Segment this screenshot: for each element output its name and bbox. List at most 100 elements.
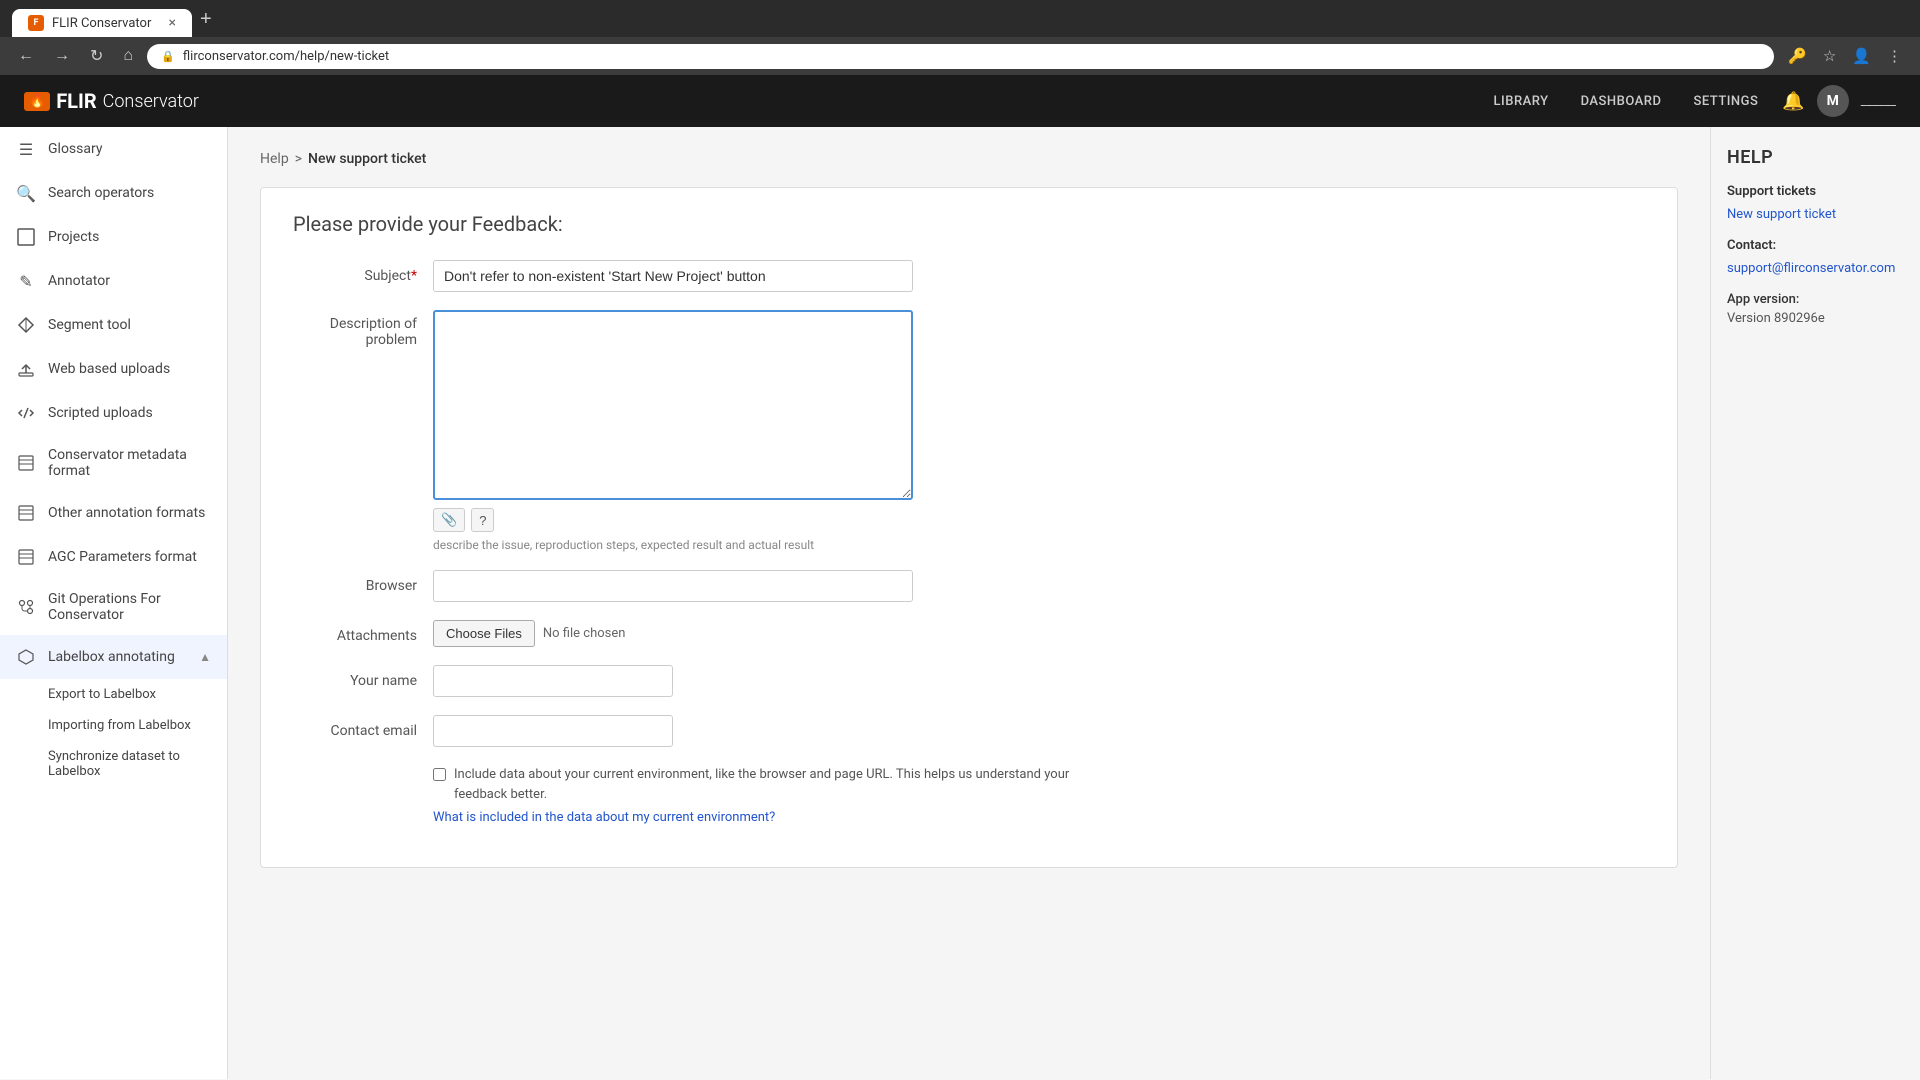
sidebar-item-agc-parameters[interactable]: AGC Parameters format [0,535,227,579]
sidebar-item-annotator[interactable]: ✎ Annotator [0,259,227,303]
scripted-uploads-icon [16,403,36,423]
subject-row: Subject* [293,260,1645,292]
star-button[interactable]: ☆ [1817,43,1842,69]
sidebar-sub-item-export-labelbox[interactable]: Export to Labelbox [0,679,227,710]
choose-files-button[interactable]: Choose Files [433,620,535,647]
breadcrumb: Help > New support ticket [260,151,1678,167]
back-button[interactable]: ← [12,45,40,67]
bell-icon[interactable]: 🔔 [1782,91,1804,112]
subject-input[interactable] [433,260,913,292]
sidebar-label-scripted-uploads: Scripted uploads [48,405,153,421]
flir-flame-icon: 🔥 [24,92,50,111]
sidebar-item-projects[interactable]: Projects [0,215,227,259]
new-tab-button[interactable]: + [192,8,220,37]
address-bar[interactable]: 🔒 flirconservator.com/help/new-ticket [147,44,1774,69]
description-row: Description of problem 📎 ? describe the … [293,310,1645,552]
sidebar-item-search-operators[interactable]: 🔍 Search operators [0,171,227,215]
refresh-button[interactable]: ↻ [84,44,109,68]
forward-button[interactable]: → [48,45,76,67]
attachment-toolbar-btn[interactable]: 📎 [433,508,465,532]
browser-tab[interactable]: F FLIR Conservator × [12,9,192,37]
sidebar-item-segment-tool[interactable]: Segment tool [0,303,227,347]
sidebar-label-web-uploads: Web based uploads [48,361,170,377]
nav-library[interactable]: LIBRARY [1494,94,1549,109]
browser-label: Browser [293,570,433,594]
sidebar-sub-item-importing-labelbox[interactable]: Importing from Labelbox [0,710,227,741]
checkbox-row: Include data about your current environm… [433,765,1093,804]
feedback-card: Please provide your Feedback: Subject* D… [260,187,1678,868]
support-tickets-section-title: Support tickets [1727,184,1904,199]
sidebar-item-git-operations[interactable]: Git Operations For Conservator [0,579,227,635]
tab-close-icon[interactable]: × [169,15,176,31]
contact-email-display: support@flirconservator.com [1727,261,1904,276]
contact-email-row: Contact email [293,715,1645,747]
sidebar-label-labelbox: Labelbox annotating [48,649,175,665]
glossary-icon: ☰ [16,139,36,159]
toolbar-icons: 🔑 ☆ 👤 ⋮ [1782,43,1908,69]
sidebar-item-labelbox-annotating[interactable]: Labelbox annotating ▲ [0,635,227,679]
sidebar-label-search-operators: Search operators [48,185,154,201]
sidebar-item-glossary[interactable]: ☰ Glossary [0,127,227,171]
sidebar-item-other-annotation[interactable]: Other annotation formats [0,491,227,535]
lock-icon: 🔒 [161,50,175,63]
no-file-text: No file chosen [543,626,626,641]
right-panel: HELP Support tickets New support ticket … [1710,127,1920,1079]
env-data-checkbox[interactable] [433,768,446,781]
browser-tabs: F FLIR Conservator × + [12,8,1908,37]
description-control: 📎 ? describe the issue, reproduction ste… [433,310,913,552]
app-version-value: Version 890296e [1727,311,1904,326]
favicon-icon: F [28,15,44,31]
description-textarea[interactable] [433,310,913,500]
projects-icon [16,227,36,247]
your-name-control [433,665,673,697]
conservator-metadata-icon [16,453,36,473]
content-area: Help > New support ticket Please provide… [228,127,1710,1079]
checkbox-spacer [293,765,433,773]
sidebar-sub-item-synchronize-dataset[interactable]: Synchronize dataset to Labelbox [0,741,227,787]
contact-email-input[interactable] [433,715,673,747]
help-toolbar-btn[interactable]: ? [471,508,494,532]
sidebar: ☰ Glossary 🔍 Search operators Projects ✎… [0,127,228,1079]
bookmark-button[interactable]: 🔑 [1782,43,1813,69]
subject-control [433,260,913,292]
sidebar-item-conservator-metadata[interactable]: Conservator metadata format [0,435,227,491]
browser-row: Browser [293,570,1645,602]
required-indicator: * [411,268,417,284]
sidebar-item-scripted-uploads[interactable]: Scripted uploads [0,391,227,435]
description-label: Description of problem [293,310,433,348]
page-title: Please provide your Feedback: [293,212,1645,236]
browser-chrome: F FLIR Conservator × + [0,0,1920,37]
avatar[interactable]: M [1817,85,1849,117]
your-name-label: Your name [293,665,433,689]
app: 🔥 FLIR Conservator LIBRARY DASHBOARD SET… [0,75,1920,1079]
checkbox-label: Include data about your current environm… [454,765,1093,804]
app-version-section: App version: Version 890296e [1727,292,1904,326]
header-right: 🔔 M ______ [1782,85,1896,117]
subject-label: Subject* [293,260,433,284]
profile-button[interactable]: 👤 [1846,43,1877,69]
nav-dashboard[interactable]: DASHBOARD [1581,94,1662,109]
tab-title: FLIR Conservator [52,16,151,31]
new-ticket-link[interactable]: New support ticket [1727,207,1904,222]
sidebar-label-other-annotation: Other annotation formats [48,505,205,521]
your-name-row: Your name [293,665,1645,697]
git-operations-icon [16,597,36,617]
url-text: flirconservator.com/help/new-ticket [183,49,389,64]
web-uploads-icon [16,359,36,379]
contact-email-control [433,715,673,747]
segment-tool-icon [16,315,36,335]
extensions-button[interactable]: ⋮ [1881,43,1908,69]
nav-settings[interactable]: SETTINGS [1693,94,1758,109]
main-layout: ☰ Glossary 🔍 Search operators Projects ✎… [0,127,1920,1079]
sidebar-item-web-uploads[interactable]: Web based uploads [0,347,227,391]
sidebar-label-conservator-metadata: Conservator metadata format [48,447,211,479]
what-included-link[interactable]: What is included in the data about my cu… [433,810,775,825]
home-button[interactable]: ⌂ [117,45,139,67]
your-name-input[interactable] [433,665,673,697]
sidebar-label-projects: Projects [48,229,99,245]
sidebar-label-glossary: Glossary [48,141,102,157]
contact-section-title: Contact: [1727,238,1904,253]
sidebar-label-segment-tool: Segment tool [48,317,131,333]
browser-input[interactable] [433,570,913,602]
breadcrumb-help-link[interactable]: Help [260,151,289,167]
